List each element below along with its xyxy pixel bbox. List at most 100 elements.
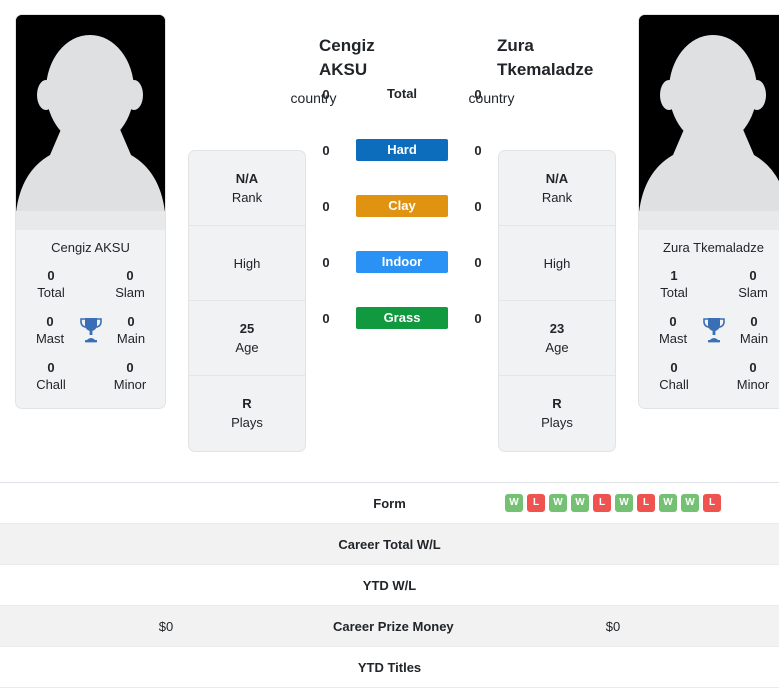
row-label-career-prize-money: Career Prize Money (332, 605, 454, 647)
stat-slam-right: 0 Slam (726, 267, 779, 302)
surface-row-hard: 0 Hard 0 (313, 122, 491, 178)
info-row-high-left: High (189, 226, 305, 301)
table-row-ytd-titles: YTD Titles (0, 646, 779, 688)
titles-row-bottom-right: 0 Chall 0 Minor (639, 359, 779, 394)
surface-clay-score-left: 0 (322, 198, 330, 214)
info-high-label-left: High (233, 255, 261, 271)
info-age-value-left: 25 (239, 320, 255, 336)
career-total-wl-right (447, 523, 779, 565)
form-badge-win: W (505, 494, 523, 512)
stat-total-label-right: Total (660, 285, 688, 300)
ytd-wl-left (0, 564, 332, 606)
stat-slam-left: 0 Slam (103, 267, 157, 302)
stat-main-value-left: 0 (127, 314, 135, 329)
surface-row-clay: 0 Clay 0 (313, 178, 491, 234)
stat-minor-value-right: 0 (749, 360, 757, 375)
silhouette-icon (16, 15, 165, 230)
form-badge-loss: L (703, 494, 721, 512)
stat-chall-label-left: Chall (36, 377, 66, 392)
form-badge-loss: L (593, 494, 611, 512)
career-stats-table: Form WLWWLWLWWL Career Total W/L YTD W/L… (0, 482, 779, 688)
info-rank-value-left: N/A (235, 170, 259, 186)
ytd-wl-right (447, 564, 779, 606)
form-badge-loss: L (637, 494, 655, 512)
stat-slam-value-left: 0 (126, 268, 134, 283)
stat-main-label-right: Main (739, 331, 769, 346)
stat-total-label-left: Total (37, 285, 65, 300)
stat-total-value-right: 1 (670, 268, 678, 283)
table-row-form: Form WLWWLWLWWL (0, 482, 779, 524)
stat-minor-label-right: Minor (736, 377, 770, 392)
surface-indoor-score-left: 0 (322, 254, 330, 270)
info-row-high-right: High (499, 226, 615, 301)
surface-grass-score-left: 0 (322, 310, 330, 326)
info-row-rank-right: N/A Rank (499, 151, 615, 226)
avatar-caption-left: Cengiz AKSU (16, 230, 165, 263)
silhouette-icon (639, 15, 779, 230)
stat-mast-value-right: 0 (669, 314, 677, 329)
form-badge-win: W (615, 494, 633, 512)
info-column-left: N/A Rank High 25 Age R Plays (188, 150, 306, 452)
surface-badge-grass[interactable]: Grass (356, 307, 448, 329)
stat-slam-label-right: Slam (738, 285, 768, 300)
stat-chall-left: 0 Chall (24, 359, 78, 394)
row-label-career-total-wl: Career Total W/L (332, 523, 447, 565)
info-plays-value-left: R (242, 396, 252, 411)
comparison-header: Cengiz AKSU 0 Total 0 Slam 0 Mast 0 Main… (0, 0, 779, 482)
stat-mast-value-left: 0 (46, 314, 54, 329)
career-prize-money-right: $0 (447, 605, 779, 647)
surface-hard-score-right: 0 (474, 142, 482, 158)
row-label-form: Form (332, 482, 447, 524)
player-card-left[interactable]: Cengiz AKSU 0 Total 0 Slam 0 Mast 0 Main… (15, 14, 166, 409)
player-comparison-page: Cengiz AKSU 0 Total 0 Slam 0 Mast 0 Main… (0, 0, 779, 699)
stat-main-left: 0 Main (105, 313, 157, 348)
player-card-right[interactable]: Zura Tkemaladze 1 Total 0 Slam 0 Mast 0 … (638, 14, 779, 409)
info-age-label-left: Age (235, 339, 259, 355)
stat-chall-value-right: 0 (670, 360, 678, 375)
stat-mast-left: 0 Mast (24, 313, 76, 348)
stat-main-right: 0 Main (728, 313, 779, 348)
trophy-icon-svg (702, 318, 725, 343)
info-rank-label-right: Rank (541, 189, 573, 205)
info-column-right: N/A Rank High 23 Age R Plays (498, 150, 616, 452)
surface-comparison-column: 0 Total 0 0 Hard 0 0 Clay 0 0 Indoor 0 0 (313, 8, 491, 346)
titles-row-top-left: 0 Total 0 Slam (16, 267, 165, 302)
stat-slam-label-left: Slam (115, 285, 145, 300)
stat-minor-value-left: 0 (126, 360, 134, 375)
row-label-ytd-wl: YTD W/L (332, 564, 447, 606)
info-row-plays-left: R Plays (189, 376, 305, 451)
info-row-plays-right: R Plays (499, 376, 615, 451)
surface-badge-indoor[interactable]: Indoor (356, 251, 448, 273)
stat-minor-left: 0 Minor (103, 359, 157, 394)
stat-mast-label-left: Mast (35, 331, 65, 346)
info-plays-label-left: Plays (231, 415, 263, 430)
form-cell-right: WLWWLWLWWL (447, 482, 779, 524)
surface-badge-total: Total (386, 86, 418, 101)
trophy-icon (76, 313, 105, 347)
country-alt-text-right: country (468, 90, 515, 106)
stat-minor-label-left: Minor (113, 377, 147, 392)
form-cell-left (0, 482, 332, 524)
surface-row-indoor: 0 Indoor 0 (313, 234, 491, 290)
ytd-titles-left (0, 646, 332, 688)
stat-chall-value-left: 0 (47, 360, 55, 375)
stat-mast-label-right: Mast (658, 331, 688, 346)
surface-badge-clay[interactable]: Clay (356, 195, 448, 217)
player-name-right: Zura Tkemaladze (497, 36, 594, 79)
career-total-wl-left (0, 523, 332, 565)
stat-slam-value-right: 0 (749, 268, 757, 283)
surface-hard-score-left: 0 (322, 142, 330, 158)
stat-total-left: 0 Total (24, 267, 78, 302)
form-badge-win: W (571, 494, 589, 512)
info-rank-value-right: N/A (545, 170, 569, 186)
stat-total-right: 1 Total (647, 267, 701, 302)
surface-total-score-left: 0 (322, 86, 330, 102)
surface-grass-score-right: 0 (474, 310, 482, 326)
surface-badge-hard[interactable]: Hard (356, 139, 448, 161)
surface-row-grass: 0 Grass 0 (313, 290, 491, 346)
titles-grid-left: 0 Total 0 Slam 0 Mast 0 Main 0 Chall 0 M… (16, 263, 165, 408)
table-row-ytd-wl: YTD W/L (0, 564, 779, 606)
form-badge-win: W (549, 494, 567, 512)
stat-mast-right: 0 Mast (647, 313, 699, 348)
avatar-caption-right: Zura Tkemaladze (639, 230, 779, 263)
